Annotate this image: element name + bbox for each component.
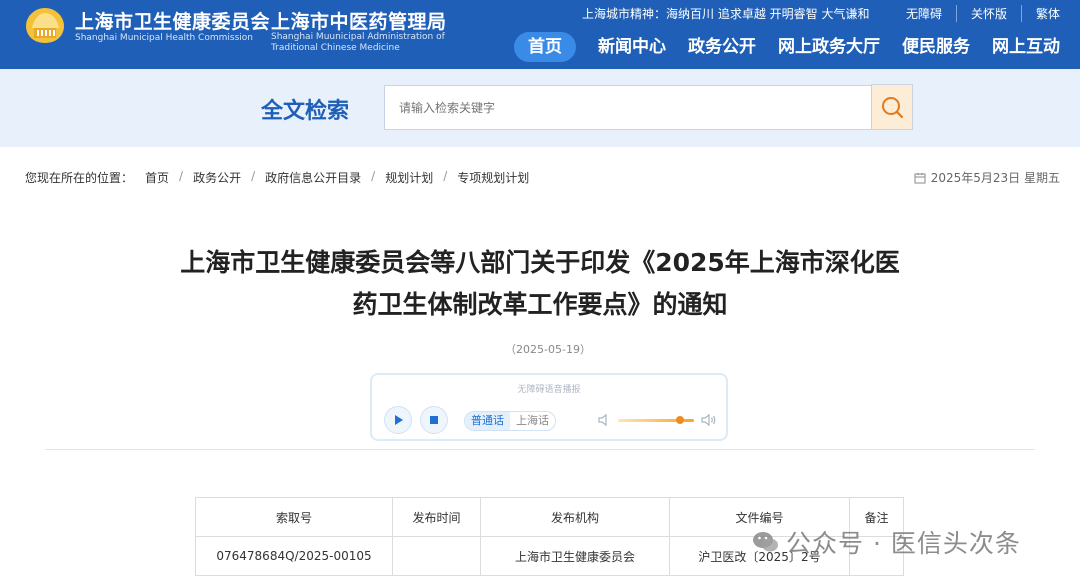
nav-news-center[interactable]: 新闻中心 [598, 32, 666, 62]
search-title: 全文检索 [261, 99, 350, 124]
nav-online-interaction[interactable]: 网上互动 [992, 32, 1060, 62]
breadcrumb-item-gov-affairs[interactable]: 政务公开 [193, 169, 241, 186]
article-title: 上海市卫生健康委员会等八部门关于印发《2025年上海市深化医 药卫生体制改革工作… [120, 242, 960, 326]
stop-button[interactable] [420, 406, 448, 434]
stop-icon [430, 416, 438, 424]
watermark-text: 公众号 · 医信头次条 [786, 529, 1021, 558]
search-icon [882, 97, 904, 119]
utility-links: 无障碍 关怀版 繁体 [892, 5, 1060, 22]
main-nav: 首页 新闻中心 政务公开 网上政务大厅 便民服务 网上互动 [514, 32, 1060, 62]
search-band: 全文检索 [0, 69, 1080, 147]
breadcrumb-separator: / [371, 169, 376, 183]
elder-care-mode-link[interactable]: 关怀版 [955, 5, 1021, 22]
current-date-text: 2025年5月23日 星期五 [930, 171, 1060, 185]
dialect-shanghainese[interactable]: 上海话 [510, 412, 555, 430]
nav-home[interactable]: 首页 [514, 32, 576, 62]
search-input[interactable] [384, 85, 872, 130]
table-header-cell: 发布机构 [480, 497, 670, 537]
wechat-watermark: 公众号 · 医信头次条 [752, 524, 1021, 560]
dialect-switch: 普通话 上海话 [464, 411, 556, 431]
calendar-icon [914, 172, 926, 183]
search-button[interactable] [871, 84, 913, 130]
current-date: 2025年5月23日 星期五 [914, 169, 1060, 186]
org2-english-name: Shanghai Muunicipal Administration of Tr… [271, 32, 445, 53]
nav-online-service-hall[interactable]: 网上政务大厅 [778, 32, 880, 62]
breadcrumb-item-home[interactable]: 首页 [145, 169, 169, 186]
table-cell-index-number: 076478684Q/2025-00105 [195, 536, 393, 576]
breadcrumb-prefix: 您现在所在的位置： [25, 171, 134, 185]
play-button[interactable] [384, 406, 412, 434]
player-label: 无障碍语音播报 [517, 385, 581, 395]
audio-player: 无障碍语音播报 普通话 上海话 [370, 373, 728, 441]
table-cell-issuer: 上海市卫生健康委员会 [480, 536, 670, 576]
play-icon [395, 415, 403, 425]
breadcrumb: 您现在所在的位置： 首页 / 政务公开 / 政府信息公开目录 / 规划计划 / … [25, 169, 529, 186]
volume-slider-handle[interactable] [676, 416, 685, 424]
table-header-cell: 索取号 [195, 497, 393, 537]
breadcrumb-separator: / [443, 169, 448, 183]
wechat-icon [753, 532, 778, 552]
org1-english-name: Shanghai Municipal Health Commission [75, 33, 253, 43]
article-title-line1: 上海市卫生健康委员会等八部门关于印发《2025年上海市深化医 [180, 248, 900, 277]
dialect-mandarin[interactable]: 普通话 [465, 412, 510, 430]
nav-government-affairs[interactable]: 政务公开 [688, 32, 756, 62]
table-cell-publish-time [392, 536, 481, 576]
content-divider [45, 449, 1035, 450]
volume-low-icon[interactable] [597, 413, 611, 427]
breadcrumb-separator: / [251, 169, 256, 183]
breadcrumb-item-special-planning[interactable]: 专项规划计划 [457, 169, 529, 186]
publish-date: （2025-05-19） [505, 343, 591, 356]
logo-emblem-icon [26, 8, 64, 43]
traditional-chinese-link[interactable]: 繁体 [1020, 5, 1060, 22]
nav-public-services[interactable]: 便民服务 [902, 32, 970, 62]
table-header-cell: 发布时间 [392, 497, 481, 537]
city-spirit-slogan: 上海城市精神：海纳百川 追求卓越 开明睿智 大气谦和 [582, 7, 870, 21]
article-title-line2: 药卫生体制改革工作要点》的通知 [352, 290, 728, 319]
volume-high-icon[interactable] [701, 413, 717, 427]
org2-name: 上海市中医药管理局 [271, 11, 447, 33]
breadcrumb-item-disclosure-catalog[interactable]: 政府信息公开目录 [265, 169, 361, 186]
accessibility-link[interactable]: 无障碍 [892, 5, 956, 22]
breadcrumb-separator: / [179, 169, 184, 183]
breadcrumb-item-planning[interactable]: 规划计划 [385, 169, 433, 186]
site-header: 上海市卫生健康委员会 Shanghai Municipal Health Com… [0, 0, 1080, 69]
org1-name: 上海市卫生健康委员会 [75, 11, 271, 33]
